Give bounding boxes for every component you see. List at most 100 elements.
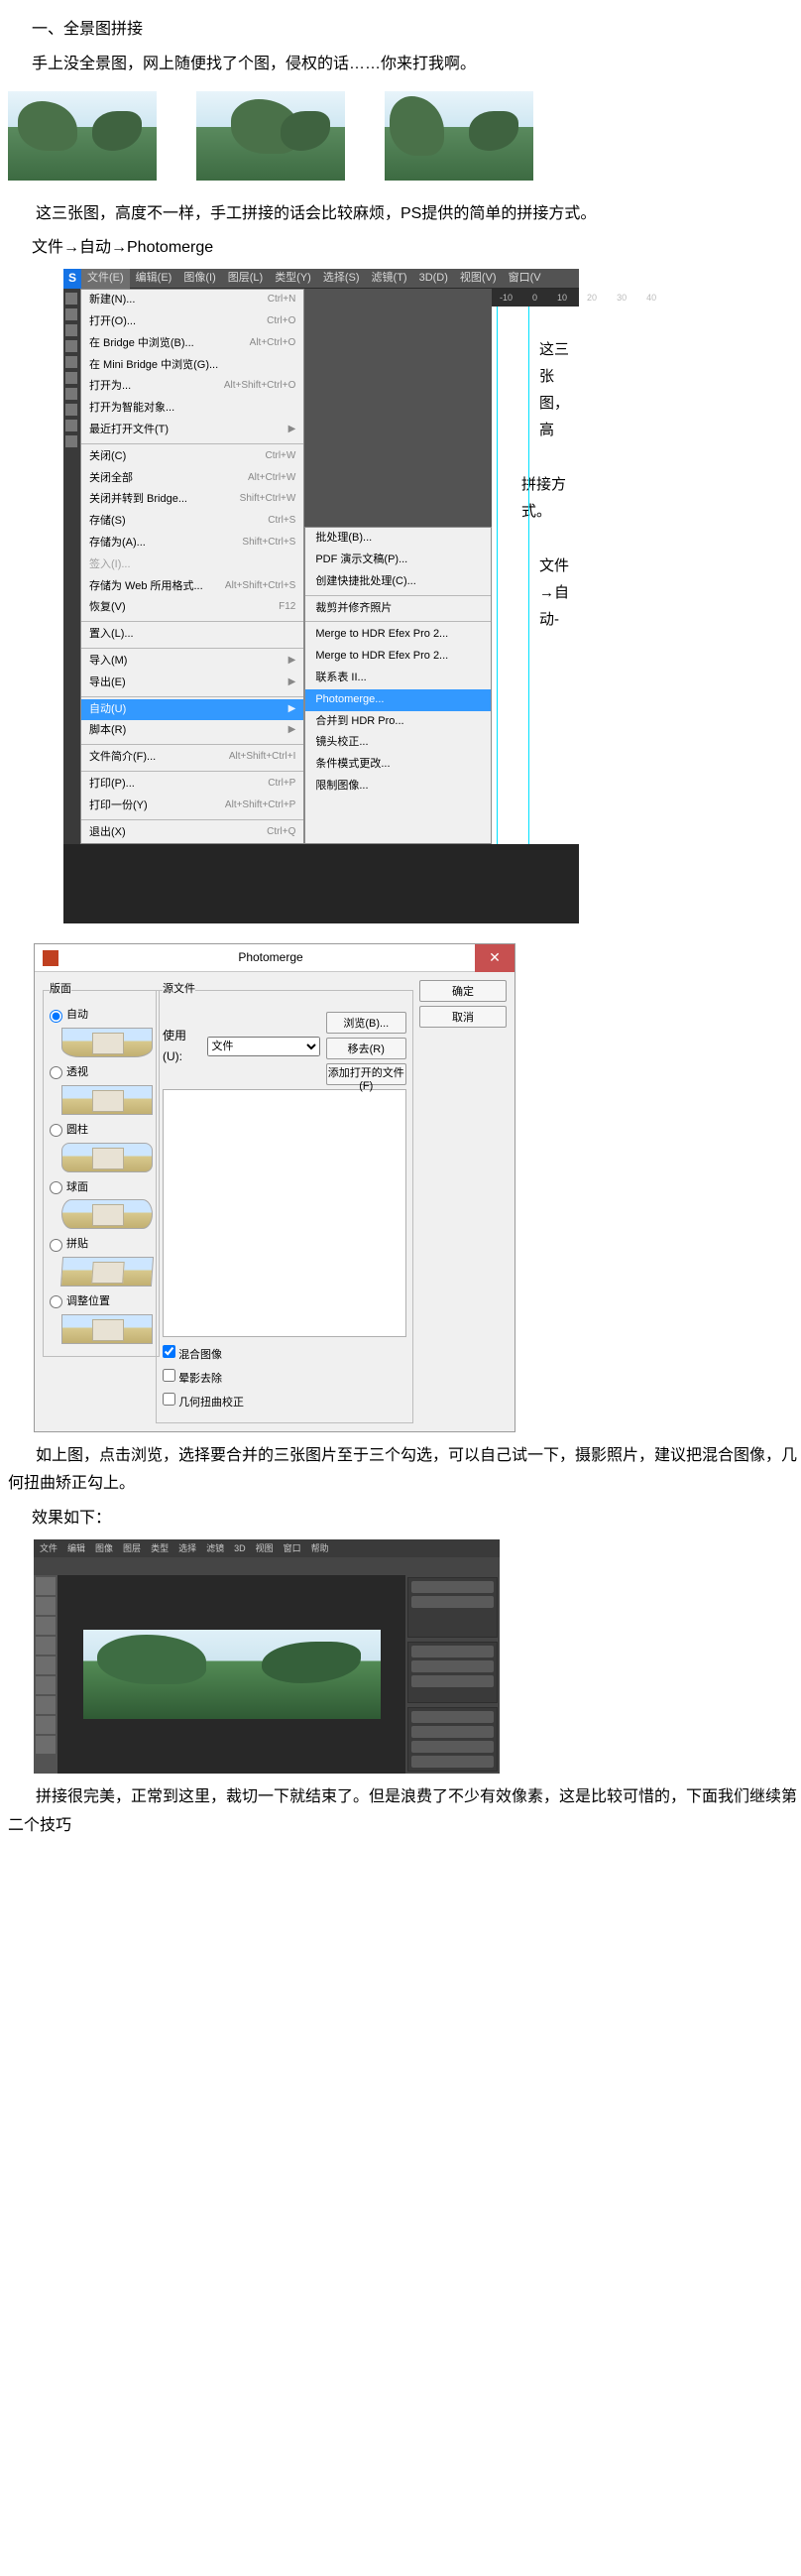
menu-item[interactable]: 关闭全部Alt+Ctrl+W [81,468,303,490]
check-blend[interactable]: 混合图像 [163,1345,406,1366]
file-menu-dropdown[interactable]: 新建(N)...Ctrl+N打开(O)...Ctrl+O在 Bridge 中浏览… [80,289,304,844]
menu-item[interactable]: 置入(L)... [81,624,303,646]
menu-item[interactable]: 自动(U)▶ [81,699,303,721]
result-canvas [57,1575,405,1774]
submenu-item[interactable]: 合并到 HDR Pro... [305,711,491,733]
submenu-item[interactable]: 批处理(B)... [305,528,491,550]
use-label: 使用(U): [163,1026,201,1068]
menu-item[interactable]: 最近打开文件(T)▶ [81,420,303,441]
paragraph-2: 这三张图，高度不一样，手工拼接的话会比较麻烦，PS提供的简单的拼接方式。 [8,200,797,229]
menu-3d[interactable]: 3D(D) [413,269,454,289]
layout-perspective[interactable]: 透视 [50,1063,153,1083]
dialog-titlebar: Photomerge ✕ [35,944,515,972]
thumb-2 [196,91,345,181]
menu-item[interactable]: 在 Bridge 中浏览(B)...Alt+Ctrl+O [81,333,303,355]
result-options-bar [34,1557,500,1575]
browse-button[interactable]: 浏览(B)... [326,1012,406,1034]
menu-item[interactable]: 存储为 Web 所用格式...Alt+Shift+Ctrl+S [81,576,303,598]
source-thumbnails [4,85,797,194]
menu-file[interactable]: 文件(E) [81,269,130,289]
menu-item[interactable]: 打开为智能对象... [81,398,303,420]
submenu-item[interactable]: Merge to HDR Efex Pro 2... [305,624,491,646]
menu-item[interactable]: 关闭并转到 Bridge...Shift+Ctrl+W [81,489,303,511]
menu-item[interactable]: 打开(O)...Ctrl+O [81,311,303,333]
menu-item[interactable]: 脚本(R)▶ [81,720,303,742]
submenu-item[interactable]: 裁剪并修齐照片 [305,598,491,620]
menu-item[interactable]: 存储为(A)...Shift+Ctrl+S [81,533,303,554]
dialog-icon [43,950,58,966]
section-title: 一、全景图拼接 [32,16,797,45]
menu-edit[interactable]: 编辑(E) [130,269,178,289]
result-panels[interactable] [405,1575,500,1774]
layout-spherical[interactable]: 球面 [50,1178,153,1198]
remove-button[interactable]: 移去(R) [326,1038,406,1059]
submenu-item[interactable]: PDF 演示文稿(P)... [305,550,491,571]
layout-reposition[interactable]: 调整位置 [50,1292,153,1312]
menu-layer[interactable]: 图层(L) [222,269,269,289]
photomerge-dialog: Photomerge ✕ 版面 自动 透视 圆柱 球面 拼贴 [34,943,515,1431]
ps-tool-strip [63,289,80,844]
check-vignette[interactable]: 晕影去除 [163,1369,406,1390]
menu-type[interactable]: 类型(Y) [269,269,317,289]
menu-item[interactable]: 打印(P)...Ctrl+P [81,774,303,796]
submenu-item[interactable]: 创建快捷批处理(C)... [305,571,491,593]
paragraph-1: 手上没全景图，网上随便找了个图，侵权的话……你来打我啊。 [32,51,797,79]
menu-window[interactable]: 窗口(V [503,269,547,289]
thumb-3 [385,91,533,181]
submenu-item[interactable]: 限制图像... [305,776,491,797]
paragraph-5: 效果如下： [32,1505,797,1533]
menu-select[interactable]: 选择(S) [317,269,366,289]
canvas-text-1: 这三张图，高 [539,336,569,443]
ps-logo: S [63,269,81,289]
canvas-text-3: 文件→自动- [539,552,569,633]
figure-ps-menu: S 文件(E) 编辑(E) 图像(I) 图层(L) 类型(Y) 选择(S) 滤镜… [63,269,579,923]
ps-menubar: S 文件(E) 编辑(E) 图像(I) 图层(L) 类型(Y) 选择(S) 滤镜… [63,269,579,289]
layout-auto[interactable]: 自动 [50,1006,153,1026]
menu-item[interactable]: 导入(M)▶ [81,651,303,673]
menu-item[interactable]: 退出(X)Ctrl+Q [81,822,303,844]
file-list[interactable] [163,1089,406,1337]
use-select[interactable]: 文件 [207,1037,320,1056]
result-toolbar[interactable] [34,1575,57,1774]
add-open-button[interactable]: 添加打开的文件(F) [326,1063,406,1085]
ok-button[interactable]: 确定 [419,980,507,1002]
submenu-item[interactable]: 联系表 II... [305,668,491,689]
submenu-item[interactable]: 镜头校正... [305,732,491,754]
dialog-title: Photomerge [66,947,475,969]
layout-collage[interactable]: 拼贴 [50,1235,153,1255]
menu-item[interactable]: 在 Mini Bridge 中浏览(G)... [81,355,303,377]
layout-cylindrical[interactable]: 圆柱 [50,1121,153,1141]
auto-submenu[interactable]: 批处理(B)...PDF 演示文稿(P)...创建快捷批处理(C)... 裁剪并修… [304,527,492,844]
cancel-button[interactable]: 取消 [419,1006,507,1028]
menu-item[interactable]: 新建(N)...Ctrl+N [81,290,303,311]
panorama-result [83,1630,381,1719]
thumb-1 [8,91,157,181]
menu-image[interactable]: 图像(I) [177,269,221,289]
layout-legend: 版面 [50,980,71,1000]
source-fieldset: 源文件 使用(U): 文件 浏览(B)... 移去(R) 添加打开的文件(F) [156,980,413,1422]
submenu-item[interactable]: Merge to HDR Efex Pro 2... [305,646,491,668]
result-menubar: 文件编辑图像图层类型选择滤镜3D视图窗口帮助 [34,1539,500,1557]
figure-ps-result: 文件编辑图像图层类型选择滤镜3D视图窗口帮助 [34,1539,500,1774]
menu-filter[interactable]: 滤镜(T) [366,269,413,289]
menu-item[interactable]: 打开为...Alt+Shift+Ctrl+O [81,376,303,398]
menu-item[interactable]: 打印一份(Y)Alt+Shift+Ctrl+P [81,796,303,817]
menu-item[interactable]: 签入(I)... [81,554,303,576]
layout-fieldset: 版面 自动 透视 圆柱 球面 拼贴 调整位置 [43,980,160,1357]
ps-document-canvas: -10010203040 这三张图，高 拼接方式。 文件→自动- [492,289,579,844]
submenu-item[interactable]: 条件模式更改... [305,754,491,776]
submenu-item[interactable]: Photomerge... [305,689,491,711]
source-legend: 源文件 [163,980,195,1000]
check-geo[interactable]: 几何扭曲校正 [163,1393,406,1413]
ruler: -10010203040 [492,289,579,307]
menu-item[interactable]: 恢复(V)F12 [81,597,303,619]
menu-item[interactable]: 存储(S)Ctrl+S [81,511,303,533]
menu-item[interactable]: 文件简介(F)...Alt+Shift+Ctrl+I [81,747,303,769]
paragraph-6: 拼接很完美，正常到这里，裁切一下就结束了。但是浪费了不少有效像素，这是比较可惜的… [8,1783,797,1841]
paragraph-3: 文件→自动→Photomerge [32,234,797,263]
close-button[interactable]: ✕ [475,944,515,972]
menu-item[interactable]: 导出(E)▶ [81,673,303,694]
paragraph-4: 如上图，点击浏览，选择要合并的三张图片至于三个勾选，可以自己试一下，摄影照片，建… [8,1442,797,1500]
menu-view[interactable]: 视图(V) [454,269,503,289]
menu-item[interactable]: 关闭(C)Ctrl+W [81,446,303,468]
